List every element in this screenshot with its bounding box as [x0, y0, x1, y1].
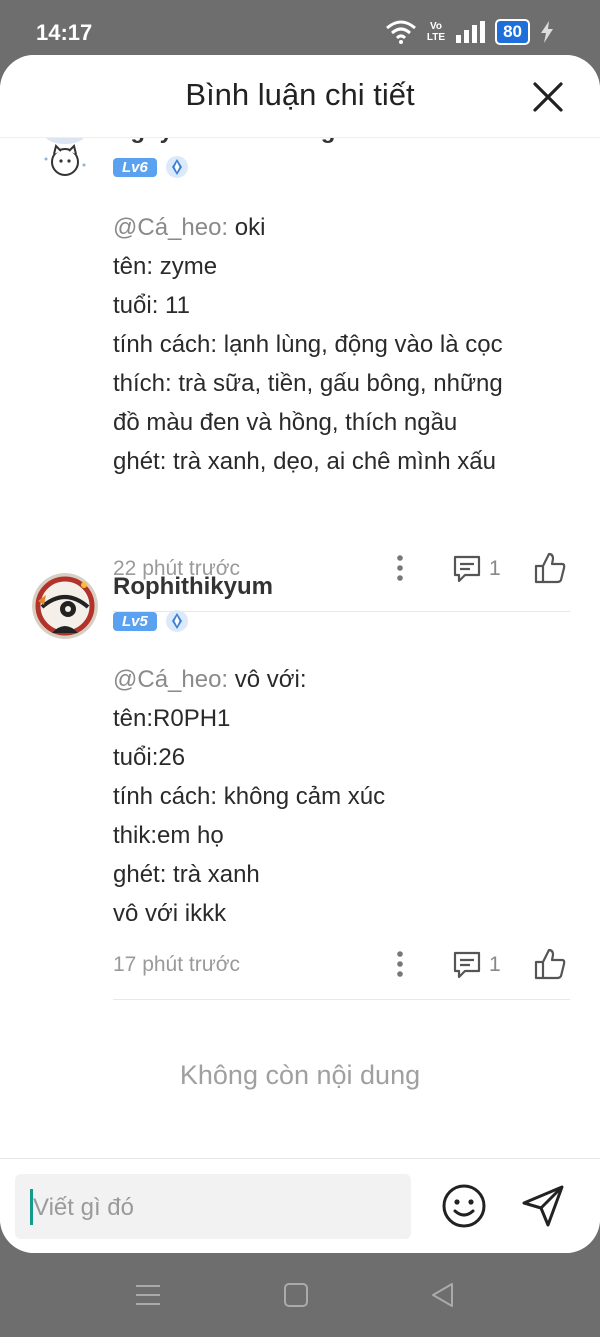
comment-username[interactable]: Rophithikyum	[113, 573, 273, 601]
status-time: 14:17	[36, 20, 93, 45]
comment-line: thích: trà sữa, tiền, gấu bông, những	[113, 370, 503, 397]
badge-row: Lv5	[113, 609, 189, 633]
level-badge: Lv5	[113, 611, 157, 631]
sheet-header: Bình luận chi tiết	[0, 55, 600, 138]
comment-time: 17 phút trước	[113, 953, 241, 976]
comment-input[interactable]	[31, 1174, 405, 1241]
more-vertical-icon[interactable]	[388, 949, 412, 979]
send-icon[interactable]	[520, 1183, 566, 1229]
comment-line: tính cách: lạnh lùng, động vào là cọc	[113, 331, 503, 358]
comment-detail-sheet: Bình luận chi tiết Nguyễn Mai Hương Lv6	[0, 55, 600, 1253]
back-triangle-icon[interactable]	[428, 1280, 458, 1310]
no-more-content-note: Không còn nội dung	[179, 1060, 421, 1090]
avatar[interactable]	[32, 573, 98, 639]
comment-line: vô với ikkk	[113, 900, 227, 927]
close-icon[interactable]	[532, 81, 564, 113]
comment-line: đồ màu đen và hồng, thích ngầu	[113, 409, 458, 436]
reply-count: 1	[489, 557, 501, 580]
comment-text: @Cá_heo: oki tên: zyme tuổi: 11 tính các…	[113, 208, 583, 481]
comment-line: tên: zyme	[113, 253, 218, 280]
level-badge: Lv6	[113, 157, 157, 177]
comment-line: thik:em họ	[113, 822, 224, 849]
comment-line: tính cách: không cảm xúc	[113, 783, 386, 810]
comment-text: @Cá_heo: vô với: tên:R0PH1 tuổi:26 tính …	[113, 660, 583, 933]
comment-meta: 17 phút trước 1	[113, 945, 570, 985]
like-thumb-icon[interactable]	[533, 551, 567, 585]
comment-line: ghét: trà xanh	[113, 861, 260, 888]
volte-indicator: Vo LTE	[426, 21, 446, 43]
reply-count: 1	[489, 953, 501, 976]
more-vertical-icon[interactable]	[388, 553, 412, 583]
battery-indicator: 80	[495, 19, 530, 45]
charging-icon	[541, 21, 553, 43]
role-shield-icon	[165, 610, 188, 632]
eye-avatar-icon	[32, 573, 98, 639]
reply-comment-icon[interactable]	[451, 553, 483, 585]
comment-composer	[0, 1158, 600, 1253]
signal-icon	[456, 21, 486, 43]
status-icons: Vo LTE 80	[385, 19, 554, 45]
comment-input-box[interactable]	[15, 1174, 411, 1241]
home-square-icon[interactable]	[281, 1280, 311, 1310]
badge-row: Lv6	[113, 155, 189, 179]
comment-line: tên:R0PH1	[113, 705, 231, 732]
role-shield-icon	[165, 156, 188, 178]
comment-line: vô với:	[228, 666, 307, 693]
comment-line: tuổi:26	[113, 744, 186, 771]
system-nav-bar	[0, 1253, 600, 1337]
comment-line: tuổi: 11	[113, 292, 190, 319]
comment-line: ghét: trà xanh, dẹo, ai chê mình xấu	[113, 448, 496, 475]
comment-divider	[113, 999, 570, 1000]
menu-icon[interactable]	[133, 1280, 163, 1310]
sheet-title: Bình luận chi tiết	[185, 77, 415, 112]
mention-link[interactable]: @Cá_heo:	[113, 666, 228, 693]
like-thumb-icon[interactable]	[533, 947, 567, 981]
wifi-icon	[385, 20, 416, 44]
comment-line: oki	[228, 214, 266, 241]
emoji-icon[interactable]	[441, 1183, 487, 1229]
reply-comment-icon[interactable]	[451, 949, 483, 981]
mention-link[interactable]: @Cá_heo:	[113, 214, 228, 241]
